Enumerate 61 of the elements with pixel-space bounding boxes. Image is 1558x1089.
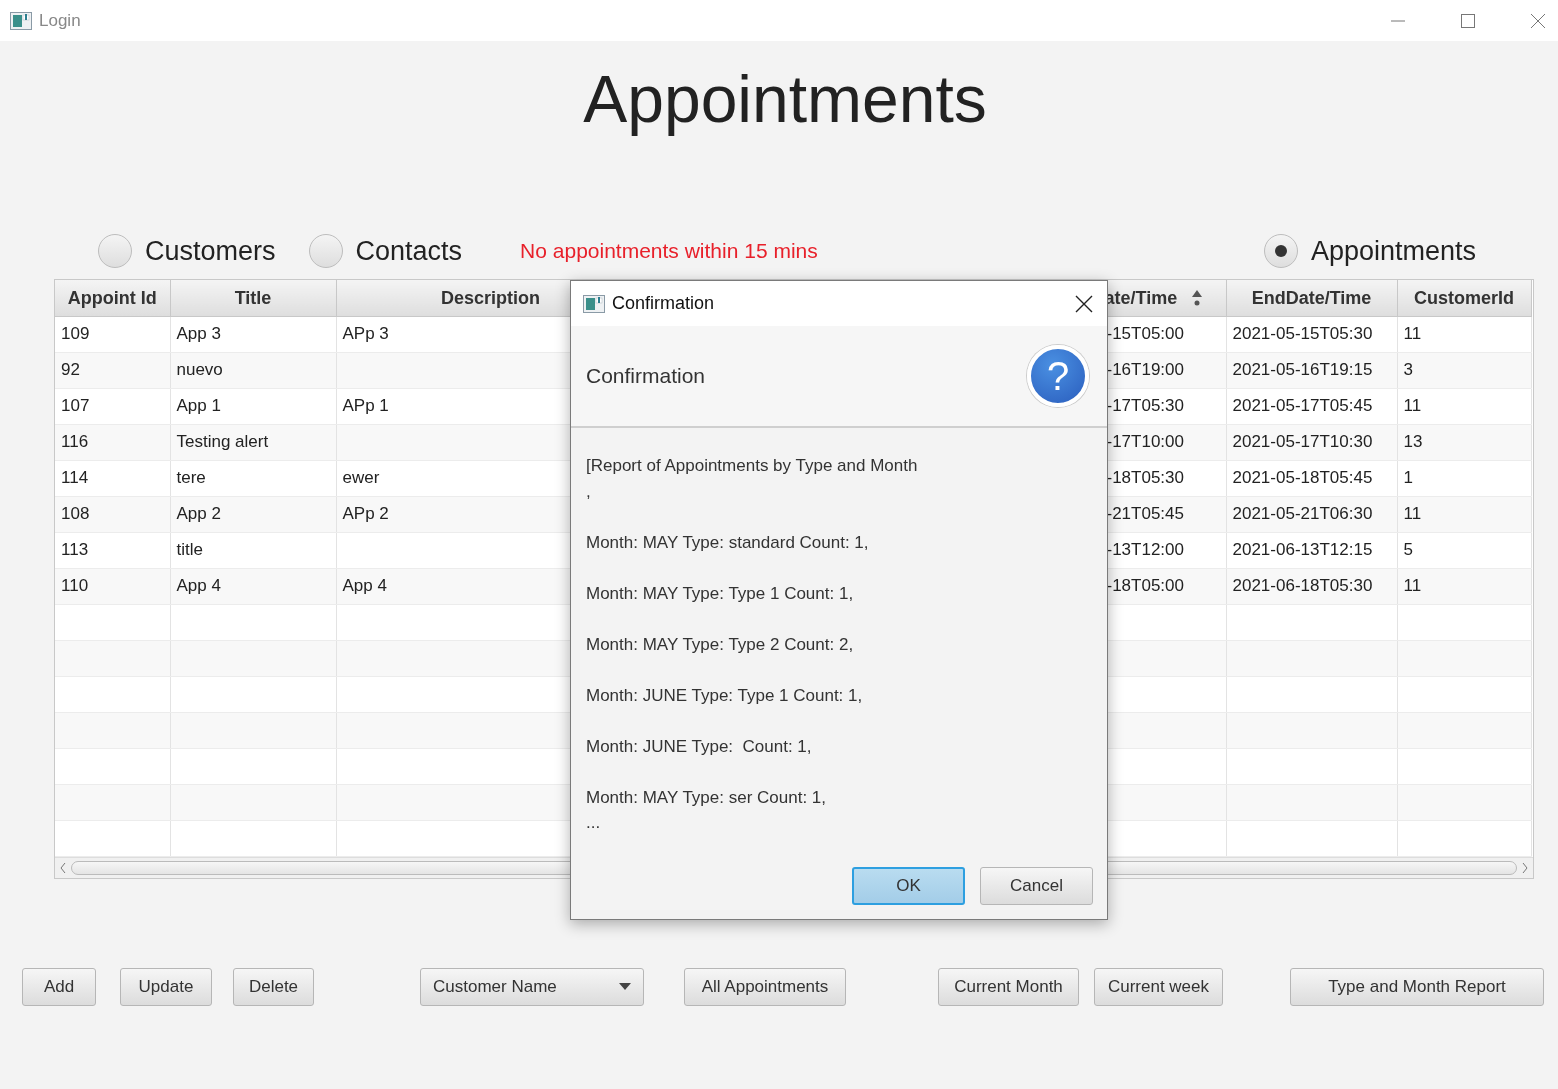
table-cell: 2021-05-15T05:30: [1226, 316, 1397, 352]
action-button[interactable]: Update: [120, 967, 212, 1006]
table-cell: 2021-05-17T10:30: [1226, 424, 1397, 460]
table-cell: Testing alert: [170, 424, 336, 460]
caret-icon: [619, 983, 631, 990]
table-cell: 2021-05-18T05:45: [1226, 460, 1397, 496]
table-cell: 2021-06-18T05:30: [1226, 568, 1397, 604]
table-cell: tere: [170, 460, 336, 496]
app-icon: [583, 294, 605, 313]
column-header[interactable]: Title: [170, 280, 336, 316]
column-header[interactable]: CustomerId: [1397, 280, 1531, 316]
alert-message: No appointments within 15 mins: [520, 239, 818, 263]
table-cell: 11: [1397, 388, 1531, 424]
table-cell: App 3: [170, 316, 336, 352]
table-cell: App 4: [170, 568, 336, 604]
table-cell: 116: [55, 424, 170, 460]
scroll-left-icon[interactable]: [59, 861, 67, 874]
table-cell: 11: [1397, 496, 1531, 532]
table-cell: 2021-05-16T19:15: [1226, 352, 1397, 388]
table-cell: 114: [55, 460, 170, 496]
action-button[interactable]: Current week: [1094, 967, 1223, 1006]
question-icon: ?: [1027, 345, 1089, 407]
table-cell: title: [170, 532, 336, 568]
column-header[interactable]: Appoint Id: [55, 280, 170, 316]
scroll-right-icon[interactable]: [1521, 861, 1529, 874]
page-heading: Appointments: [582, 61, 987, 138]
action-button[interactable]: Delete: [233, 967, 314, 1006]
table-cell: 110: [55, 568, 170, 604]
table-cell: 2021-05-21T06:30: [1226, 496, 1397, 532]
table-cell: 92: [55, 352, 170, 388]
table-cell: 1: [1397, 460, 1531, 496]
table-cell: 2021-06-13T12:15: [1226, 532, 1397, 568]
table-cell: 11: [1397, 568, 1531, 604]
customer-dropdown[interactable]: Customer Name: [420, 967, 644, 1006]
table-cell: 109: [55, 316, 170, 352]
table-cell: 107: [55, 388, 170, 424]
table-cell: App 1: [170, 388, 336, 424]
radio-option[interactable]: Appointments: [1263, 234, 1476, 268]
table-cell: 2021-05-17T05:45: [1226, 388, 1397, 424]
table-cell: 108: [55, 496, 170, 532]
action-button[interactable]: Type and Month Report: [1290, 967, 1544, 1006]
table-cell: 11: [1397, 316, 1531, 352]
table-cell: 3: [1397, 352, 1531, 388]
table-cell: nuevo: [170, 352, 336, 388]
action-button[interactable]: Current Month: [938, 967, 1079, 1006]
action-button[interactable]: All Appointments: [684, 967, 846, 1006]
cancel-button[interactable]: Cancel: [980, 867, 1093, 905]
radio-option[interactable]: Customers: [98, 234, 276, 268]
column-header[interactable]: EndDate/Time: [1226, 280, 1397, 316]
table-cell: 5: [1397, 532, 1531, 568]
table-cell: 113: [55, 532, 170, 568]
table-cell: 13: [1397, 424, 1531, 460]
dialog-heading: Confirmation: [586, 364, 706, 388]
action-button[interactable]: Add: [22, 967, 96, 1006]
radio-option[interactable]: Contacts: [308, 234, 463, 268]
table-cell: App 2: [170, 496, 336, 532]
ok-button[interactable]: OK: [852, 867, 965, 905]
maximize-icon[interactable]: [1460, 12, 1476, 29]
close-icon[interactable]: [1075, 294, 1093, 313]
window-title: Login: [39, 10, 81, 31]
app-icon: [10, 11, 32, 30]
